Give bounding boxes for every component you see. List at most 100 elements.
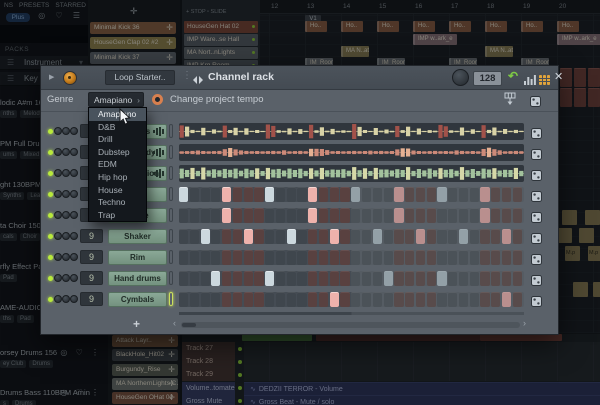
step-cell[interactable] (211, 187, 220, 202)
step-cell[interactable] (276, 208, 285, 223)
step-cell[interactable] (416, 229, 425, 244)
step-cell[interactable] (201, 271, 210, 286)
step-cell[interactable] (448, 271, 457, 286)
step-cell[interactable] (513, 292, 522, 307)
step-cell[interactable] (384, 208, 393, 223)
randomize-dice-icon[interactable] (531, 210, 542, 228)
step-cell[interactable] (319, 271, 328, 286)
step-cell[interactable] (190, 292, 199, 307)
step-cell[interactable] (480, 229, 489, 244)
step-cell[interactable] (470, 229, 479, 244)
step-cell[interactable] (448, 208, 457, 223)
step-cell[interactable] (340, 292, 349, 307)
volume-knob[interactable] (62, 253, 70, 261)
step-cell[interactable] (244, 292, 253, 307)
genre-select[interactable]: Amapiano › (88, 92, 144, 107)
randomize-dice-icon[interactable] (531, 126, 542, 144)
step-cell[interactable] (297, 271, 306, 286)
step-cell[interactable] (308, 271, 317, 286)
pan-knob[interactable] (54, 211, 62, 219)
volume-knob[interactable] (62, 127, 70, 135)
step-cell[interactable] (459, 250, 468, 265)
step-cell[interactable] (179, 229, 188, 244)
step-cell[interactable] (340, 271, 349, 286)
step-cell[interactable] (373, 208, 382, 223)
step-cell[interactable] (222, 187, 231, 202)
step-cell[interactable] (330, 208, 339, 223)
step-cell[interactable] (427, 250, 436, 265)
step-cell[interactable] (373, 187, 382, 202)
step-cell[interactable] (308, 292, 317, 307)
step-cell[interactable] (297, 292, 306, 307)
scroll-right-icon[interactable]: › (523, 318, 526, 328)
step-cell[interactable] (513, 250, 522, 265)
step-cell[interactable] (459, 229, 468, 244)
volume-knob[interactable] (62, 190, 70, 198)
step-cell[interactable] (201, 250, 210, 265)
step-cell[interactable] (394, 208, 403, 223)
channel-selector[interactable] (169, 208, 173, 222)
step-cell[interactable] (427, 229, 436, 244)
mixer-track-number[interactable]: 9 (80, 292, 103, 306)
genre-option-dubstep[interactable]: Dubstep (89, 146, 146, 159)
channel-button-shaker[interactable]: Shaker (108, 229, 167, 244)
randomize-dice-icon[interactable] (531, 168, 542, 186)
volume-knob[interactable] (62, 274, 70, 282)
step-cell[interactable] (276, 229, 285, 244)
pan-knob[interactable] (54, 253, 62, 261)
step-cell[interactable] (373, 271, 382, 286)
step-cell[interactable] (491, 229, 500, 244)
step-cell[interactable] (179, 271, 188, 286)
channel-selector[interactable] (169, 124, 173, 138)
audio-clip-waveform[interactable] (179, 144, 524, 161)
change-tempo-toggle[interactable] (152, 94, 163, 105)
aux-knob[interactable] (70, 211, 78, 219)
step-cell[interactable] (190, 229, 199, 244)
aux-knob[interactable] (70, 232, 78, 240)
step-cell[interactable] (491, 292, 500, 307)
genre-option-drill[interactable]: Drill (89, 133, 146, 146)
step-cell[interactable] (459, 208, 468, 223)
step-cell[interactable] (513, 229, 522, 244)
pan-knob[interactable] (54, 232, 62, 240)
channel-display-filter-icon[interactable] (539, 72, 550, 90)
channel-selector[interactable] (169, 187, 173, 201)
step-cell[interactable] (470, 292, 479, 307)
step-cell[interactable] (480, 271, 489, 286)
step-cell[interactable] (287, 229, 296, 244)
step-cell[interactable] (297, 229, 306, 244)
step-cell[interactable] (373, 250, 382, 265)
step-cell[interactable] (513, 187, 522, 202)
pan-knob[interactable] (54, 190, 62, 198)
step-cell[interactable] (502, 271, 511, 286)
step-cell[interactable] (265, 208, 274, 223)
step-cell[interactable] (201, 208, 210, 223)
step-cell[interactable] (201, 292, 210, 307)
step-cell[interactable] (459, 292, 468, 307)
step-cell[interactable] (190, 187, 199, 202)
step-cell[interactable] (502, 250, 511, 265)
step-cell[interactable] (340, 208, 349, 223)
step-cell[interactable] (427, 208, 436, 223)
graph-editor-icon[interactable] (524, 72, 536, 90)
step-cell[interactable] (222, 229, 231, 244)
step-cell[interactable] (384, 187, 393, 202)
channel-mute-led[interactable] (48, 171, 53, 176)
step-cell[interactable] (222, 292, 231, 307)
step-cell[interactable] (437, 187, 446, 202)
step-cell[interactable] (394, 229, 403, 244)
step-cell[interactable] (437, 250, 446, 265)
channel-mute-led[interactable] (48, 297, 53, 302)
step-cell[interactable] (384, 271, 393, 286)
step-cell[interactable] (351, 250, 360, 265)
step-cell[interactable] (190, 250, 199, 265)
step-cell[interactable] (405, 250, 414, 265)
channel-mute-led[interactable] (48, 213, 53, 218)
step-cell[interactable] (222, 250, 231, 265)
step-cell[interactable] (211, 292, 220, 307)
step-cell[interactable] (437, 229, 446, 244)
step-cell[interactable] (394, 250, 403, 265)
step-cell[interactable] (340, 187, 349, 202)
step-cell[interactable] (416, 187, 425, 202)
mixer-track-number[interactable]: 9 (80, 271, 103, 285)
